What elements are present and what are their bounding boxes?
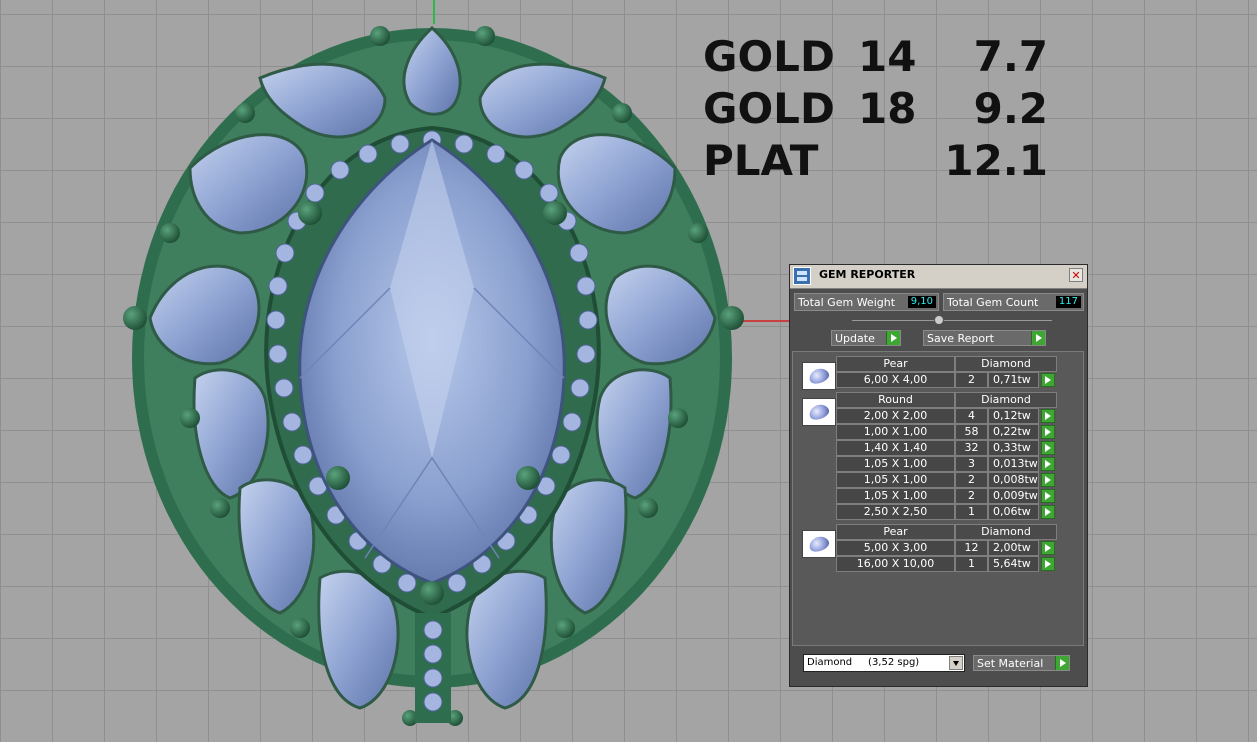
total-gem-weight-label: Total Gem Weight [798,296,896,309]
play-arrow-icon [1031,331,1045,345]
metal-name: PLAT [703,135,819,185]
save-report-button-label: Save Report [927,332,994,345]
gem-count: 2 [955,472,988,488]
material-select-value: Diamond (3,52 spg) [807,657,920,668]
panel-titlebar[interactable]: GEM REPORTER ✕ [790,265,1087,289]
gem-size: 5,00 X 3,00 [836,540,955,556]
gem-count: 32 [955,440,988,456]
group-material: Diamond [955,392,1057,408]
size-slider-track[interactable] [852,320,1052,321]
gem-reporter-panel: GEM REPORTER ✕ Total Gem Weight 9,10 Tot… [789,264,1088,687]
update-button-label: Update [835,332,875,345]
gem-total-weight: 2,00tw [988,540,1039,556]
select-gems-arrow-icon[interactable] [1041,441,1055,455]
metal-name: GOLD [703,83,835,133]
gem-size: 1,05 X 1,00 [836,456,955,472]
gem-size: 16,00 X 10,00 [836,556,955,572]
gem-total-weight: 0,008tw [988,472,1039,488]
set-material-button-label: Set Material [977,657,1044,670]
select-gems-arrow-icon[interactable] [1041,425,1055,439]
group-material: Diamond [955,356,1057,372]
gem-count: 1 [955,556,988,572]
gem-size: 2,50 X 2,50 [836,504,955,520]
metal-weight-table: GOLD 14 7.7 GOLD 18 9.2 PLAT 12.1 [703,30,1048,186]
total-gem-weight-value: 9,10 [907,296,936,308]
chevron-down-icon[interactable] [949,656,963,670]
jewelry-model-render[interactable] [110,18,760,728]
gem-size: 1,05 X 1,00 [836,472,955,488]
gem-list[interactable]: Pear Diamond 6,00 X 4,00 2 0,71tw Round … [792,351,1084,646]
select-gems-arrow-icon[interactable] [1041,489,1055,503]
total-gem-count: Total Gem Count 117 [943,293,1084,311]
pear-gem-icon[interactable] [802,530,836,558]
gem-count: 2 [955,372,988,388]
gem-size: 1,00 X 1,00 [836,424,955,440]
group-shape: Round [836,392,955,408]
gem-count: 3 [955,456,988,472]
metal-karat: 18 [858,83,917,133]
group-shape: Pear [836,356,955,372]
metal-row: PLAT 12.1 [703,134,1048,186]
gem-size: 2,00 X 2,00 [836,408,955,424]
select-gems-arrow-icon[interactable] [1041,505,1055,519]
round-gem-icon[interactable] [802,398,836,426]
pear-gem-icon[interactable] [802,362,836,390]
select-gems-arrow-icon[interactable] [1041,541,1055,555]
metal-name: GOLD [703,31,835,81]
metal-weight: 12.1 [944,135,1048,185]
gem-total-weight: 0,22tw [988,424,1039,440]
metal-weight: 7.7 [973,31,1048,81]
set-material-button[interactable]: Set Material [973,655,1070,671]
material-select[interactable]: Diamond (3,52 spg) [803,654,965,672]
select-gems-arrow-icon[interactable] [1041,409,1055,423]
total-gem-count-label: Total Gem Count [947,296,1039,309]
gem-size: 6,00 X 4,00 [836,372,955,388]
total-gem-weight: Total Gem Weight 9,10 [794,293,939,311]
gem-total-weight: 0,12tw [988,408,1039,424]
play-arrow-icon [1055,656,1069,670]
update-button[interactable]: Update [831,330,901,346]
gem-count: 1 [955,504,988,520]
gem-reporter-icon [793,267,811,285]
gem-total-weight: 0,71tw [988,372,1039,388]
close-icon[interactable]: ✕ [1069,268,1083,282]
metal-weight: 9.2 [973,83,1048,133]
select-gems-arrow-icon[interactable] [1041,473,1055,487]
group-material: Diamond [955,524,1057,540]
panel-title: GEM REPORTER [819,268,916,281]
metal-row: GOLD 14 7.7 [703,30,1048,82]
play-arrow-icon [886,331,900,345]
gem-total-weight: 0,06tw [988,504,1039,520]
gem-size: 1,40 X 1,40 [836,440,955,456]
select-gems-arrow-icon[interactable] [1041,557,1055,571]
gem-total-weight: 0,013tw [988,456,1039,472]
gem-count: 2 [955,488,988,504]
select-gems-arrow-icon[interactable] [1041,457,1055,471]
group-shape: Pear [836,524,955,540]
gem-total-weight: 5,64tw [988,556,1039,572]
gem-total-weight: 0,009tw [988,488,1039,504]
gem-total-weight: 0,33tw [988,440,1039,456]
gem-count: 58 [955,424,988,440]
gem-count: 12 [955,540,988,556]
save-report-button[interactable]: Save Report [923,330,1046,346]
gem-size: 1,05 X 1,00 [836,488,955,504]
total-gem-count-value: 117 [1055,296,1081,308]
gem-count: 4 [955,408,988,424]
metal-row: GOLD 18 9.2 [703,82,1048,134]
size-slider-handle[interactable] [934,315,944,325]
metal-karat: 14 [858,31,917,81]
select-gems-arrow-icon[interactable] [1041,373,1055,387]
